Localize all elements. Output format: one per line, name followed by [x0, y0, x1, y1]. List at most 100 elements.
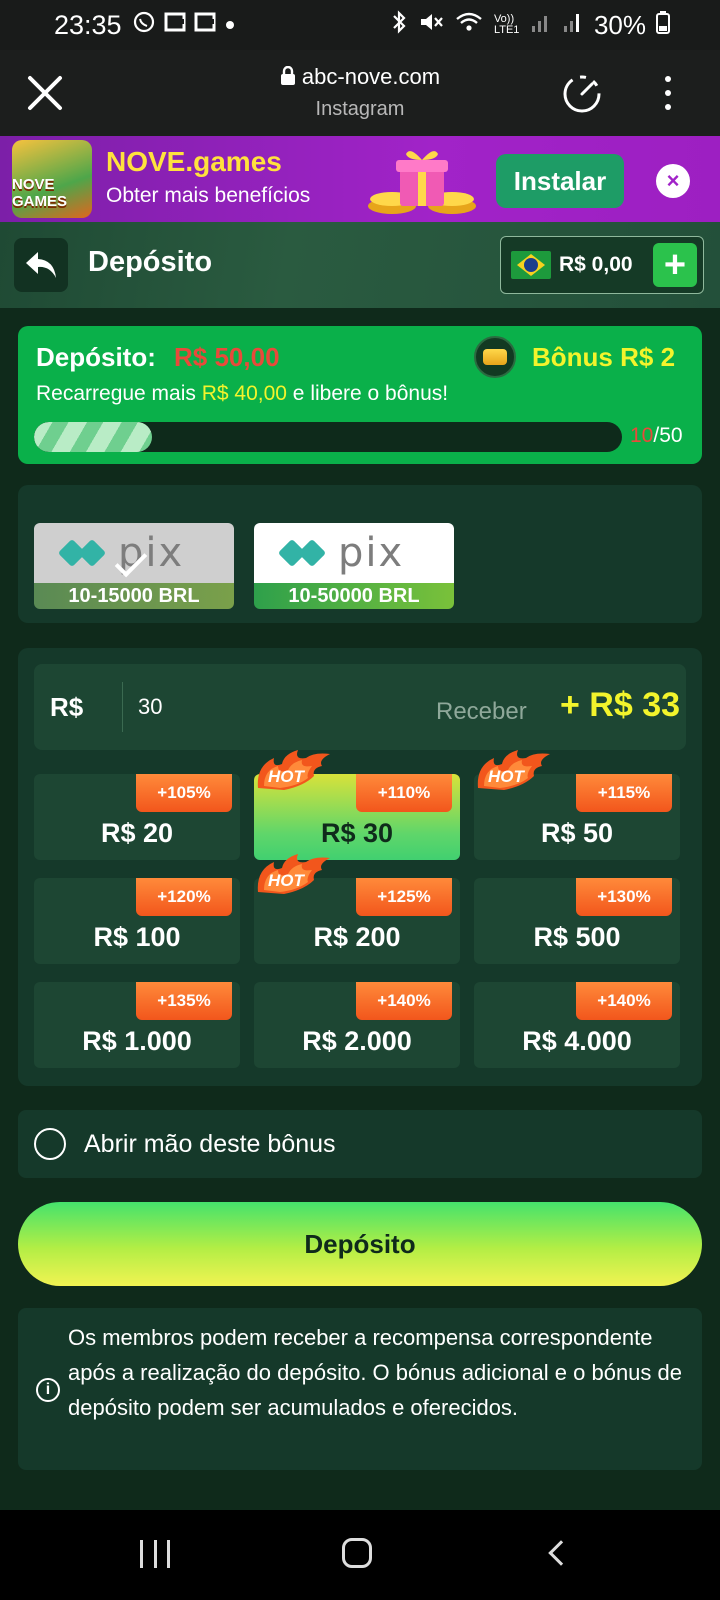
status-time: 23:35	[54, 9, 122, 40]
url-text: abc-nove.com	[0, 64, 720, 92]
home-icon[interactable]	[342, 1538, 372, 1568]
battery-level: 30%	[593, 9, 646, 40]
balance-box: R$ 0,00 +	[500, 236, 704, 294]
amount-tile[interactable]: +125% R$ 200 HOT	[254, 854, 460, 964]
bonus-progress-text: 10/50	[630, 424, 683, 448]
payment-method-pix-1[interactable]: pix 10-15000 BRL	[34, 523, 234, 609]
url-source: Instagram	[315, 98, 405, 120]
amount-tile[interactable]: +105% R$ 20	[34, 774, 240, 860]
hot-flame-icon: HOT	[254, 748, 334, 792]
waive-bonus-radio[interactable]	[34, 1128, 66, 1160]
recent-apps-icon[interactable]	[140, 1540, 170, 1568]
signal-icon	[562, 10, 584, 41]
amount-tile-value: R$ 30	[320, 818, 394, 848]
amount-tile-value: R$ 50	[540, 818, 614, 848]
promo-subtitle: Obter mais benefícios	[106, 184, 311, 207]
bonus-percent-badge: +130%	[576, 878, 672, 916]
pix-icon	[62, 533, 102, 573]
amount-tile[interactable]: +140% R$ 4.000	[474, 982, 680, 1068]
system-nav-bar	[0, 1510, 720, 1600]
close-promo-icon[interactable]: ×	[656, 164, 690, 198]
wifi-icon	[454, 10, 484, 41]
amount-tile[interactable]: +110% R$ 30 HOT	[254, 750, 460, 860]
s-icon	[194, 11, 216, 39]
bonus-deposit-amount: R$ 50,00	[174, 342, 280, 372]
currency-label: R$	[50, 692, 84, 722]
bluetooth-icon	[390, 9, 408, 41]
amount-tile-value: R$ 2.000	[302, 1026, 412, 1056]
payment-methods: pix 10-15000 BRL pix 10-50000 BRL	[18, 485, 702, 623]
dot-icon	[224, 14, 236, 37]
browser-bar: abc-nove.com Instagram	[0, 50, 720, 136]
amount-tile-value: R$ 200	[313, 922, 401, 952]
payment-range: 10-15000 BRL	[34, 583, 234, 609]
brazil-flag-icon	[511, 251, 551, 279]
hot-label: HOT	[488, 767, 526, 786]
nove-games-logo: NOVE GAMES	[12, 140, 92, 218]
add-balance-button[interactable]: +	[653, 243, 697, 287]
speedometer-icon[interactable]	[562, 74, 602, 114]
status-right: Vo)) LTE1 30%	[390, 10, 670, 41]
amount-selection: R$ 30 Receber + R$ 33 +105% R$ 20 +110% R$ …	[18, 648, 702, 1086]
lock-icon	[280, 65, 296, 92]
amount-tile-value: R$ 20	[100, 818, 174, 848]
amount-input-box[interactable]: R$ 30 Receber + R$ 33	[34, 664, 686, 750]
whatsapp-icon	[132, 10, 156, 40]
s-icon	[164, 11, 186, 39]
promo-title: NOVE.games	[106, 146, 282, 177]
waive-bonus-option[interactable]: Abrir mão deste bônus	[18, 1110, 702, 1178]
back-icon[interactable]	[548, 1540, 574, 1566]
bonus-desc-prefix: Recarregue mais	[36, 382, 202, 405]
install-button[interactable]: Instalar	[496, 154, 624, 208]
mute-icon	[418, 10, 444, 41]
bonus-progress-bar	[34, 422, 622, 452]
bonus-desc-suffix: e libere o bônus!	[286, 382, 449, 405]
hot-label: HOT	[268, 767, 306, 786]
bonus-progress-card: Depósito: R$ 50,00 Bônus R$ 2 Recarregue…	[18, 326, 702, 464]
bonus-percent-badge: +110%	[356, 774, 452, 812]
amount-input[interactable]: 30	[138, 694, 162, 720]
page-header: Depósito R$ 0,00 +	[0, 222, 720, 308]
progress-current: 10	[630, 424, 654, 447]
url-domain: abc-nove.com	[301, 64, 441, 89]
bonus-percent-badge: +140%	[356, 982, 452, 1020]
pix-wordmark: pix	[338, 530, 405, 576]
back-button[interactable]	[14, 238, 68, 292]
gift-coins-icon	[362, 144, 480, 218]
page-title: Depósito	[88, 246, 213, 278]
amount-tile[interactable]: +135% R$ 1.000	[34, 982, 240, 1068]
payment-range: 10-50000 BRL	[254, 583, 454, 609]
bonus-percent-badge: +115%	[576, 774, 672, 812]
bonus-percent-badge: +105%	[136, 774, 232, 812]
info-icon: i	[36, 1378, 60, 1402]
amount-tile[interactable]: +130% R$ 500	[474, 878, 680, 964]
more-options-icon[interactable]	[664, 76, 672, 110]
lte-icon: Vo)) LTE1	[493, 13, 520, 36]
payment-method-pix-2[interactable]: pix 10-50000 BRL	[254, 523, 454, 609]
hot-flame-icon: HOT	[254, 852, 334, 896]
bonus-description: Recarregue mais R$ 40,00 e libere o bônu…	[36, 382, 448, 406]
deposit-button[interactable]: Depósito	[18, 1202, 702, 1286]
amount-tile[interactable]: +140% R$ 2.000	[254, 982, 460, 1068]
url-block[interactable]: abc-nove.com Instagram	[0, 64, 720, 121]
amount-tile[interactable]: +115% R$ 50 HOT	[474, 750, 680, 860]
bonus-percent-badge: +120%	[136, 878, 232, 916]
pix-logo: pix	[254, 523, 454, 583]
status-left-icons	[132, 10, 236, 40]
pix-logo: pix	[34, 523, 234, 583]
bonus-value: Bônus R$ 2	[532, 342, 676, 372]
progress-total: /50	[653, 424, 683, 447]
bonus-desc-amount: R$ 40,00	[201, 382, 287, 405]
battery-icon	[656, 10, 670, 41]
bonus-percent-badge: +140%	[576, 982, 672, 1020]
amount-tile[interactable]: +120% R$ 100	[34, 878, 240, 964]
install-promo-banner: NOVE GAMES NOVE.games Obter mais benefíc…	[0, 136, 720, 222]
info-box: i Os membros podem receber a recompensa …	[18, 1308, 702, 1470]
receive-label: Receber	[436, 698, 527, 725]
hot-label: HOT	[268, 871, 306, 890]
pix-icon	[282, 533, 322, 573]
balance-value: R$ 0,00	[559, 253, 633, 276]
bonus-deposit-label: Depósito:	[36, 342, 156, 372]
info-text: Os membros podem receber a recompensa co…	[68, 1325, 682, 1420]
amount-tile-value: R$ 4.000	[522, 1026, 632, 1056]
